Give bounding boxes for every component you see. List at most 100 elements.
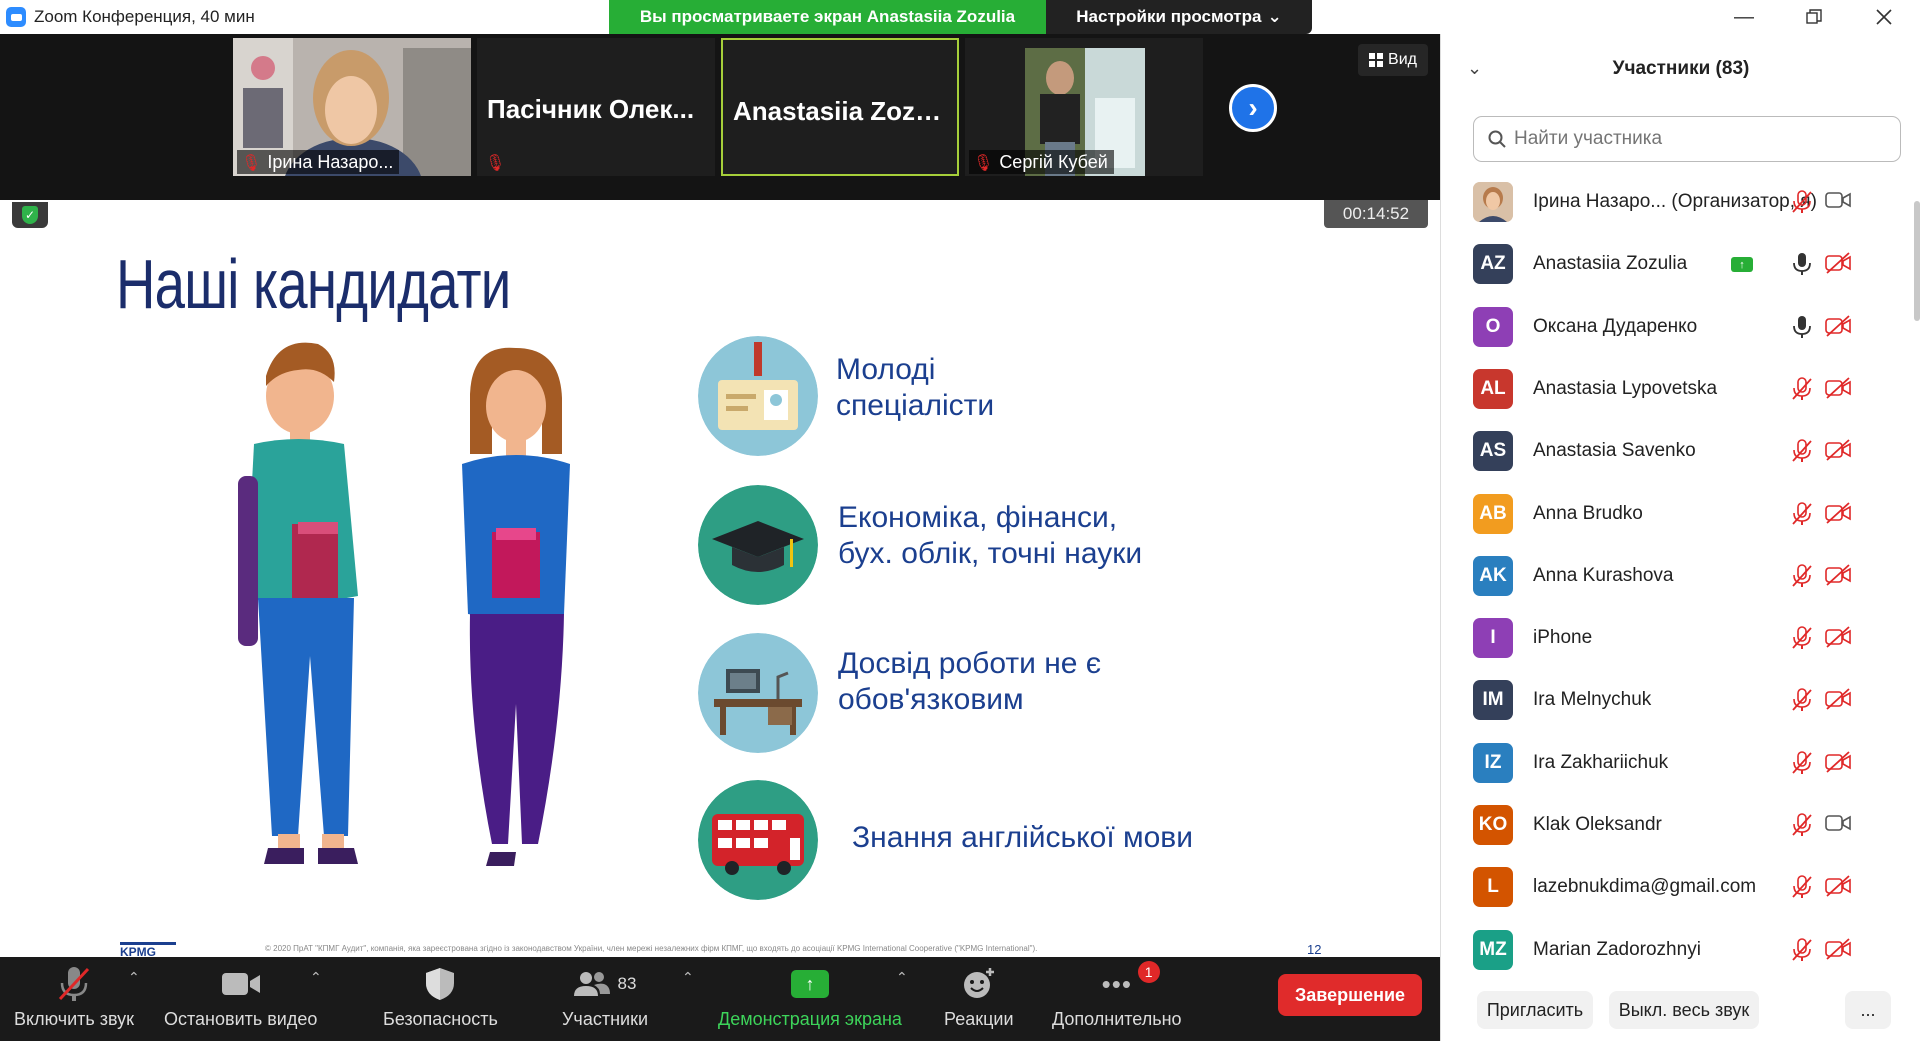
unmute-label: Включить звук bbox=[14, 1009, 135, 1029]
participant-row[interactable]: AK Anna Kurashova bbox=[1441, 545, 1911, 607]
participant-name: Ira Zakhariichuk bbox=[1533, 751, 1669, 773]
video-off-icon bbox=[1825, 501, 1851, 526]
video-off-icon bbox=[1825, 439, 1851, 463]
notification-badge: 1 bbox=[1137, 961, 1160, 983]
video-off-icon bbox=[1825, 875, 1851, 899]
participant-list-scrollbar[interactable] bbox=[1913, 171, 1920, 991]
mic-off-icon bbox=[1791, 439, 1817, 463]
invite-button[interactable]: Пригласить bbox=[1477, 991, 1593, 1029]
participant-row[interactable]: Ірина Назаро... (Организатор, я) bbox=[1441, 171, 1911, 233]
video-camera-icon bbox=[1825, 813, 1851, 837]
reactions-button[interactable]: Реакции bbox=[944, 963, 1014, 1030]
participant-name: Ira Melnychuk bbox=[1533, 689, 1652, 711]
avatar: AS bbox=[1473, 431, 1513, 472]
mic-icon bbox=[1791, 315, 1817, 339]
participants-panel: ⌄ Участники (83) Ірина Назаро... (Органи… bbox=[1440, 34, 1920, 1041]
smiley-plus-icon bbox=[962, 963, 996, 1005]
meeting-toolbar: Включить звук ⌃ Остановить видео ⌃ Безоп… bbox=[0, 957, 1440, 1041]
video-options-caret[interactable]: ⌃ bbox=[310, 969, 322, 986]
mute-all-button[interactable]: Выкл. весь звук bbox=[1609, 991, 1759, 1029]
video-off-icon bbox=[1825, 937, 1851, 962]
avatar: AB bbox=[1473, 493, 1513, 534]
participant-search-input[interactable] bbox=[1514, 128, 1894, 150]
avatar bbox=[1473, 182, 1513, 222]
view-settings-label: Настройки просмотра bbox=[1076, 7, 1262, 26]
video-off-icon bbox=[1825, 626, 1851, 650]
stop-video-button[interactable]: Остановить видео bbox=[164, 963, 317, 1030]
share-screen-button[interactable]: ↑ Демонстрация экрана bbox=[718, 963, 902, 1030]
slide-footer: © 2020 ПрАТ "КПМГ Аудит", компанія, яка … bbox=[265, 944, 1038, 953]
participant-row[interactable]: IM Ira Melnychuk bbox=[1441, 669, 1911, 731]
reactions-label: Реакции bbox=[944, 1009, 1014, 1029]
shield-icon bbox=[425, 963, 455, 1005]
mic-off-icon bbox=[1791, 501, 1817, 526]
minimize-icon: — bbox=[1734, 5, 1754, 28]
woman-illustration bbox=[462, 347, 570, 866]
close-icon bbox=[1876, 9, 1892, 25]
share-options-caret[interactable]: ⌃ bbox=[896, 969, 908, 986]
participant-name: lazebnukdima@gmail.com bbox=[1533, 876, 1757, 898]
panel-title: Участники (83) bbox=[1612, 58, 1750, 79]
view-button[interactable]: Вид bbox=[1358, 44, 1428, 76]
participant-list: Ірина Назаро... (Организатор, я) AZ Anasta… bbox=[1441, 171, 1911, 991]
video-tile-active-speaker[interactable]: Anastasiia Zozu... bbox=[721, 38, 959, 176]
more-label: Дополнительно bbox=[1052, 1009, 1182, 1029]
video-strip: 🎙︎ Ірина Назаро... Пасічник Олек... 🎙︎ A… bbox=[0, 34, 1440, 200]
minimize-button[interactable]: — bbox=[1714, 2, 1774, 32]
bullet-text-1: Молоді спеціалісти bbox=[836, 353, 995, 422]
participant-row[interactable]: IiPhone bbox=[1441, 607, 1911, 669]
tile-big-name: Пасічник Олек... bbox=[487, 94, 695, 124]
mic-off-icon bbox=[1791, 813, 1817, 837]
mic-off-icon: 🎙︎ bbox=[241, 154, 262, 172]
participant-row[interactable]: IZ Ira Zakhariichuk bbox=[1441, 732, 1911, 794]
more-button[interactable]: ••• 1 Дополнительно bbox=[1052, 961, 1182, 1030]
avatar: MZ bbox=[1473, 929, 1513, 970]
video-off-icon bbox=[1825, 377, 1851, 401]
participant-search[interactable] bbox=[1473, 116, 1901, 162]
participant-row[interactable]: AL Anastasia Lypovetska bbox=[1441, 358, 1911, 420]
mic-off-icon bbox=[1791, 563, 1817, 588]
slide-title: Наші кандидати bbox=[116, 245, 511, 323]
mic-off-icon bbox=[57, 963, 91, 1005]
view-settings-button[interactable]: Настройки просмотра ⌄ bbox=[1046, 0, 1312, 34]
participant-row[interactable]: KO Klak Oleksandr bbox=[1441, 794, 1911, 856]
participant-row[interactable]: AB Anna Brudko bbox=[1441, 483, 1911, 545]
mic-off-icon bbox=[1791, 875, 1817, 899]
next-page-button[interactable]: › bbox=[1229, 84, 1277, 132]
avatar: L bbox=[1473, 867, 1513, 908]
video-tile[interactable]: 🎙︎ Сергій Кубей bbox=[965, 38, 1203, 176]
restore-button[interactable] bbox=[1784, 2, 1844, 32]
participants-options-caret[interactable]: ⌃ bbox=[682, 969, 694, 986]
panel-footer: Пригласить Выкл. весь звук ... bbox=[1441, 981, 1920, 1041]
video-tile[interactable]: 🎙︎ Ірина Назаро... bbox=[233, 38, 471, 176]
participant-row[interactable]: AZ Anastasiia Zozulia ↑ bbox=[1441, 233, 1911, 295]
participant-name: Anastasiia Zozulia bbox=[1533, 253, 1688, 275]
scrollbar-thumb[interactable] bbox=[1914, 201, 1920, 321]
tile-big-name: Anastasiia Zozu... bbox=[733, 96, 949, 126]
screen-sharing-icon: ↑ bbox=[1731, 257, 1757, 281]
unmute-button[interactable]: Включить звук bbox=[14, 963, 134, 1030]
participants-button[interactable]: 83 Участники bbox=[562, 963, 648, 1030]
avatar: AK bbox=[1473, 555, 1513, 596]
close-button[interactable] bbox=[1854, 2, 1914, 32]
mic-off-icon: 🎙︎ bbox=[973, 154, 994, 172]
tile-name: Ірина Назаро... bbox=[267, 152, 394, 172]
panel-more-button[interactable]: ... bbox=[1845, 991, 1891, 1029]
participant-row[interactable]: MZ Marian Zadorozhnyi bbox=[1441, 919, 1911, 981]
shared-screen: ✓ 00:14:52 Наші кандидати Молоді спеціал… bbox=[0, 200, 1440, 957]
participant-row[interactable]: О Оксана Дударенко bbox=[1441, 296, 1911, 358]
participant-row[interactable]: Llazebnukdima@gmail.com bbox=[1441, 856, 1911, 918]
zoom-logo-icon bbox=[6, 7, 26, 27]
audio-options-caret[interactable]: ⌃ bbox=[128, 969, 140, 986]
security-button[interactable]: Безопасность bbox=[383, 963, 498, 1030]
chevron-down-icon: ⌄ bbox=[1267, 7, 1282, 26]
video-tile[interactable]: Пасічник Олек... 🎙︎ bbox=[477, 38, 715, 176]
avatar: AZ bbox=[1473, 244, 1513, 285]
participant-name: Anastasia Lypovetska bbox=[1533, 377, 1718, 399]
share-screen-icon: ↑ bbox=[790, 963, 829, 1005]
mic-icon bbox=[1791, 252, 1817, 276]
end-meeting-button[interactable]: Завершение bbox=[1278, 974, 1422, 1016]
chevron-right-icon: › bbox=[1248, 92, 1258, 123]
participant-row[interactable]: AS Anastasia Savenko bbox=[1441, 420, 1911, 482]
encryption-badge[interactable]: ✓ bbox=[12, 202, 48, 228]
